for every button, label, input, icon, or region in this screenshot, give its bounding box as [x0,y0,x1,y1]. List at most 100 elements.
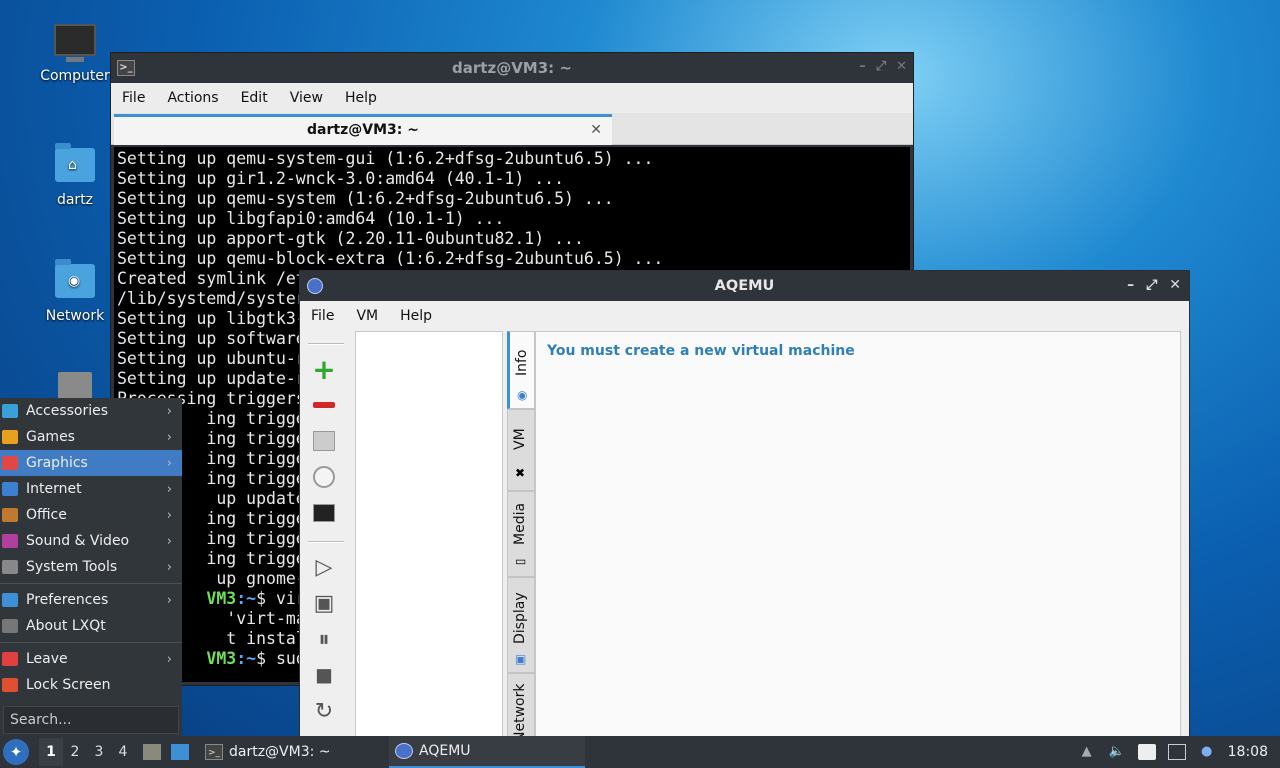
start-menu-item-lock-screen[interactable]: Lock Screen [0,672,182,698]
start-menu-item-label: Preferences [26,592,109,608]
aqemu-toolbar: + ▷ ▣ ⏸ ◼ ↻ [306,337,346,741]
volume-icon[interactable]: 🔈 [1108,744,1126,760]
file-manager-icon[interactable] [143,744,161,760]
chevron-right-icon: › [166,592,172,608]
start-menu-item-about-lxqt[interactable]: About LXQt [0,613,182,639]
chevron-right-icon: › [166,481,172,497]
desktop-icon-home[interactable]: ⌂ dartz [35,143,115,208]
tab-network[interactable]: Network [507,673,535,742]
menu-help[interactable]: Help [389,308,443,324]
maximize-icon[interactable]: ⤢ [876,59,886,74]
start-menu-item-label: Lock Screen [26,677,111,693]
desktop-icon-computer[interactable]: Computer [35,24,115,84]
play-icon[interactable]: ▷ [306,549,342,585]
tools-icon: ✖ [515,466,526,480]
start-menu-button[interactable]: ✦ [3,739,29,765]
chevron-right-icon: › [166,559,172,575]
desktop-switch-2[interactable]: 2 [63,744,87,760]
reset-icon[interactable]: ↻ [306,693,342,729]
minimize-icon[interactable]: – [859,59,866,74]
desktop-icon-label: dartz [56,192,94,208]
start-menu-item-label: Games [26,429,75,445]
prompt-host: VM3 [206,649,237,668]
clock[interactable]: 18:08 [1228,744,1268,760]
start-menu-item-label: System Tools [26,559,118,575]
desktop-switch-4[interactable]: 4 [111,744,135,760]
show-desktop-icon[interactable] [171,744,189,760]
tab-close-icon[interactable]: ✕ [590,117,602,143]
menu-actions[interactable]: Actions [156,90,229,106]
menu-file[interactable]: File [300,308,345,324]
close-icon[interactable]: ✕ [896,59,907,74]
start-menu-item-internet[interactable]: Internet › [0,476,182,502]
update-notifier-icon[interactable]: ● [1198,744,1216,760]
internet-icon [2,482,18,496]
start-menu-search-input[interactable]: Search... [3,706,179,734]
tab-info[interactable]: Info ◉ [507,331,535,409]
pause-icon[interactable]: ⏸ [306,621,342,657]
start-menu-item-label: About LXQt [26,618,106,634]
start-menu-item-office[interactable]: Office › [0,502,182,528]
games-icon [2,430,18,444]
terminal-line: Setting up qemu-system-gui (1:6.2+dfsg-2… [117,149,654,168]
desktop-switch-3[interactable]: 3 [87,744,111,760]
vm-settings-icon[interactable] [306,423,342,459]
desktop-icon-network[interactable]: ◉ Network [35,259,115,324]
clock-icon[interactable] [306,459,342,495]
delete-vm-icon[interactable] [306,387,342,423]
minimize-icon[interactable]: – [1127,277,1134,293]
chevron-right-icon: › [166,533,172,549]
desktop-switch-1[interactable]: 1 [39,738,63,766]
start-menu-item-accessories[interactable]: Accessories › [0,398,182,424]
terminal-icon: >_ [117,60,135,76]
prompt-path: :~ [236,649,257,668]
tab-media[interactable]: Media ▭ [507,491,535,577]
aqemu-window[interactable]: AQEMU – ⤢ ✕ File VM Help + ▷ ▣ ⏸ ◼ ↻ Inf… [299,270,1190,742]
lock-screen-icon [2,678,18,692]
close-icon[interactable]: ✕ [1169,277,1181,293]
vertical-tabs: Info ◉ VM ✖ Media ▭ Display ▣ Network [507,331,535,742]
display-icon: ▣ [515,652,527,666]
chevron-right-icon: › [166,455,172,471]
menu-help[interactable]: Help [334,90,388,106]
accessories-icon [2,404,18,418]
save-icon[interactable]: ▣ [306,585,342,621]
prompt-path: :~ [236,589,257,608]
chevron-right-icon: › [166,403,172,419]
chevron-right-icon: › [166,651,172,667]
menu-edit[interactable]: Edit [230,90,279,106]
task-terminal[interactable]: >_ dartz@VM3: ~ [199,736,389,768]
stop-icon[interactable]: ◼ [306,657,342,693]
clipboard-icon[interactable] [1137,744,1156,760]
terminal-tab[interactable]: dartz@VM3: ~ ✕ [114,114,612,145]
menu-vm[interactable]: VM [345,308,389,324]
terminal-line: Setting up libgfapi0:amd64 (10.1-1) ... [117,209,505,228]
desktop-icon-label: Network [45,308,105,324]
start-menu-item-leave[interactable]: Leave › [0,646,182,672]
preferences-icon [2,593,18,607]
start-menu-item-games[interactable]: Games › [0,424,182,450]
network-status-icon[interactable] [1167,744,1186,760]
start-menu-item-graphics[interactable]: Graphics › [0,450,182,476]
add-vm-icon[interactable]: + [306,351,342,387]
tray-expand-icon[interactable]: ▲ [1078,744,1096,760]
start-menu-item-preferences[interactable]: Preferences › [0,587,182,613]
chevron-right-icon: › [166,429,172,445]
terminal-titlebar[interactable]: >_ dartz@VM3: ~ – ⤢ ✕ [111,53,913,83]
start-menu: Accessories › Games › Graphics › Internet › Offi… [0,398,182,736]
media-icon: ▭ [515,554,527,568]
start-menu-item-label: Internet [26,481,82,497]
tab-vm[interactable]: VM ✖ [507,409,535,491]
start-menu-item-sound-video[interactable]: Sound & Video › [0,528,182,554]
aqemu-app-icon [307,278,323,294]
task-aqemu[interactable]: AQEMU [389,736,585,768]
vm-list[interactable] [355,331,503,741]
menu-view[interactable]: View [279,90,334,106]
console-icon[interactable] [306,495,342,531]
maximize-icon[interactable]: ⤢ [1146,277,1157,293]
aqemu-titlebar[interactable]: AQEMU – ⤢ ✕ [300,271,1189,301]
tab-display[interactable]: Display ▣ [507,577,535,673]
start-menu-item-system-tools[interactable]: System Tools › [0,554,182,580]
taskbar: ✦ 1 2 3 4 >_ dartz@VM3: ~ AQEMU ▲ 🔈 ● 18… [0,736,1280,768]
menu-file[interactable]: File [111,90,156,106]
